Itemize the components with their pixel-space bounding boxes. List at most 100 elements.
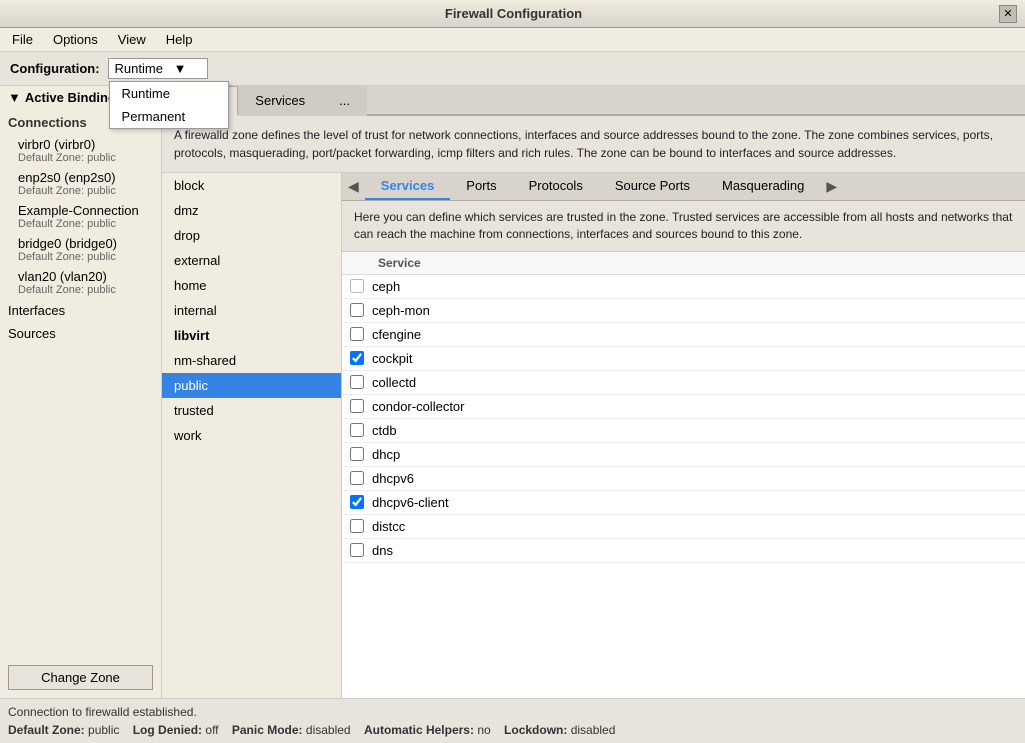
chevron-down-icon: ▼	[174, 61, 187, 76]
service-name-cockpit: cockpit	[372, 351, 412, 366]
status-details: Default Zone: public Log Denied: off Pan…	[8, 721, 1017, 739]
left-arrow-icon[interactable]: ◀	[342, 174, 365, 199]
zone-list: block dmz drop external home internal li…	[162, 173, 342, 698]
menu-help[interactable]: Help	[158, 30, 201, 49]
sidebar-connection-example[interactable]: Example-Connection Default Zone: public	[0, 200, 161, 233]
sidebar-example-zone: Default Zone: public	[18, 218, 153, 230]
zone-panel: block dmz drop external home internal li…	[162, 173, 1025, 698]
service-name-cfengine: cfengine	[372, 327, 421, 342]
service-row-cockpit: cockpit	[342, 347, 1025, 371]
services-tab-source-ports[interactable]: Source Ports	[599, 173, 706, 200]
zone-libvirt[interactable]: libvirt	[162, 323, 341, 348]
service-row-distcc: distcc	[342, 515, 1025, 539]
sidebar-vlan20-zone: Default Zone: public	[18, 284, 153, 296]
service-checkbox-collectd[interactable]	[350, 375, 364, 389]
service-row-dhcpv6: dhcpv6	[342, 467, 1025, 491]
zone-drop[interactable]: drop	[162, 223, 341, 248]
zone-dmz[interactable]: dmz	[162, 198, 341, 223]
service-checkbox-ceph-mon[interactable]	[350, 303, 364, 317]
sidebar-connection-virbr0[interactable]: virbr0 (virbr0) Default Zone: public	[0, 134, 161, 167]
services-list: Service ceph ceph-mon cfengine	[342, 252, 1025, 698]
zone-nm-shared[interactable]: nm-shared	[162, 348, 341, 373]
services-description: Here you can define which services are t…	[342, 201, 1025, 252]
service-name-dhcpv6: dhcpv6	[372, 471, 414, 486]
service-checkbox-dhcp[interactable]	[350, 447, 364, 461]
services-tab-ports[interactable]: Ports	[450, 173, 512, 200]
automatic-helpers-value: no	[477, 723, 500, 737]
service-name-condor-collector: condor-collector	[372, 399, 465, 414]
right-arrow-icon[interactable]: ▶	[820, 174, 843, 199]
service-name-dhcp: dhcp	[372, 447, 400, 462]
sidebar-connection-bridge0[interactable]: bridge0 (bridge0) Default Zone: public	[0, 233, 161, 266]
service-row-ceph: ceph	[342, 275, 1025, 299]
service-row-ceph-mon: ceph-mon	[342, 299, 1025, 323]
sidebar-bridge0-name: bridge0 (bridge0)	[18, 236, 153, 251]
main-tabs: Zones Services ...	[162, 86, 1025, 116]
sidebar-vlan20-name: vlan20 (vlan20)	[18, 269, 153, 284]
services-tab-protocols[interactable]: Protocols	[513, 173, 599, 200]
change-zone-button[interactable]: Change Zone	[8, 665, 153, 690]
service-name-ctdb: ctdb	[372, 423, 397, 438]
sidebar-connection-enp2s0[interactable]: enp2s0 (enp2s0) Default Zone: public	[0, 167, 161, 200]
config-option-permanent[interactable]: Permanent	[110, 105, 228, 128]
sidebar-example-name: Example-Connection	[18, 203, 153, 218]
panic-mode-value: disabled	[306, 723, 361, 737]
service-row-dhcpv6-client: dhcpv6-client	[342, 491, 1025, 515]
service-checkbox-dhcpv6-client[interactable]	[350, 495, 364, 509]
service-name-dns: dns	[372, 543, 393, 558]
service-checkbox-cfengine[interactable]	[350, 327, 364, 341]
service-row-ctdb: ctdb	[342, 419, 1025, 443]
sidebar-bridge0-zone: Default Zone: public	[18, 251, 153, 263]
service-checkbox-ctdb[interactable]	[350, 423, 364, 437]
service-checkbox-dns[interactable]	[350, 543, 364, 557]
service-row-dhcp: dhcp	[342, 443, 1025, 467]
zone-external[interactable]: external	[162, 248, 341, 273]
panic-mode-label: Panic Mode:	[232, 723, 303, 737]
zone-public[interactable]: public	[162, 373, 341, 398]
status-bar: Connection to firewalld established. Def…	[0, 698, 1025, 743]
services-tab-services[interactable]: Services	[365, 173, 451, 200]
zone-home[interactable]: home	[162, 273, 341, 298]
tab-more[interactable]: ...	[322, 86, 367, 116]
service-name-collectd: collectd	[372, 375, 416, 390]
log-denied-value: off	[205, 723, 228, 737]
sidebar-connection-vlan20[interactable]: vlan20 (vlan20) Default Zone: public	[0, 266, 161, 299]
zone-work[interactable]: work	[162, 423, 341, 448]
service-row-cfengine: cfengine	[342, 323, 1025, 347]
zone-trusted[interactable]: trusted	[162, 398, 341, 423]
config-bar: Configuration: Runtime ▼ Runtime Permane…	[0, 52, 1025, 86]
menu-file[interactable]: File	[4, 30, 41, 49]
service-row-condor-collector: condor-collector	[342, 395, 1025, 419]
zone-block[interactable]: block	[162, 173, 341, 198]
service-checkbox-dhcpv6[interactable]	[350, 471, 364, 485]
service-row-collectd: collectd	[342, 371, 1025, 395]
menu-view[interactable]: View	[110, 30, 154, 49]
config-dropdown-menu: Runtime Permanent	[109, 81, 229, 129]
config-current-value: Runtime	[115, 61, 163, 76]
service-checkbox-distcc[interactable]	[350, 519, 364, 533]
service-checkbox-condor-collector[interactable]	[350, 399, 364, 413]
default-zone-value: public	[88, 723, 129, 737]
menu-options[interactable]: Options	[45, 30, 106, 49]
services-tabs: ◀ Services Ports Protocols Source Ports …	[342, 173, 1025, 201]
sidebar-item-interfaces[interactable]: Interfaces	[0, 299, 161, 322]
service-row-dns: dns	[342, 539, 1025, 563]
tab-services[interactable]: Services	[238, 86, 322, 116]
sidebar-enp2s0-zone: Default Zone: public	[18, 185, 153, 197]
services-tab-masquerading[interactable]: Masquerading	[706, 173, 820, 200]
service-name-distcc: distcc	[372, 519, 405, 534]
config-dropdown[interactable]: Runtime ▼ Runtime Permanent	[108, 58, 208, 79]
lockdown-value: disabled	[571, 723, 616, 737]
config-option-runtime[interactable]: Runtime	[110, 82, 228, 105]
service-checkbox-cockpit[interactable]	[350, 351, 364, 365]
service-checkbox-ceph[interactable]	[350, 279, 364, 293]
sidebar: ▼ Active Bindings Connections virbr0 (vi…	[0, 86, 162, 698]
service-name-dhcpv6-client: dhcpv6-client	[372, 495, 449, 510]
menu-bar: File Options View Help	[0, 28, 1025, 52]
zone-internal[interactable]: internal	[162, 298, 341, 323]
sidebar-item-sources[interactable]: Sources	[0, 322, 161, 345]
services-column-header: Service	[342, 252, 1025, 275]
sidebar-enp2s0-name: enp2s0 (enp2s0)	[18, 170, 153, 185]
right-panel: Zones Services ... A firewalld zone defi…	[162, 86, 1025, 698]
close-button[interactable]: ✕	[999, 5, 1017, 23]
